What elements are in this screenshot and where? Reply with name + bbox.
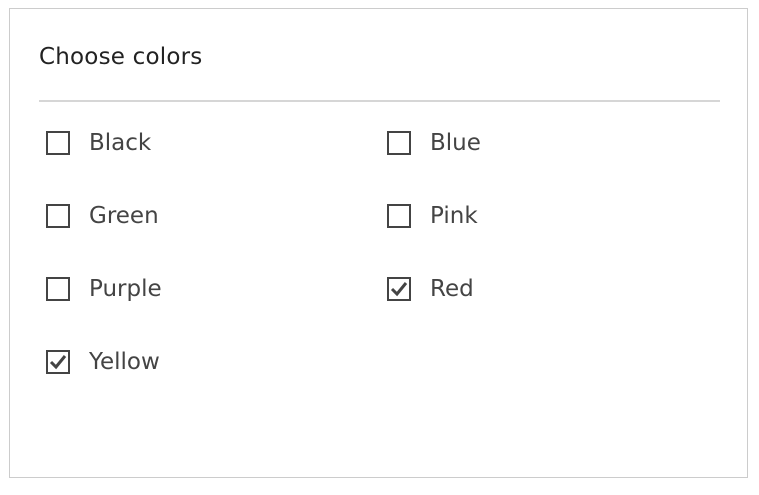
checkbox-black[interactable]: Black xyxy=(46,128,151,158)
checkbox-yellow[interactable]: Yellow xyxy=(46,347,160,377)
divider xyxy=(39,100,720,102)
checkbox-label: Yellow xyxy=(89,349,160,375)
checkbox-pink[interactable]: Pink xyxy=(387,201,478,231)
checkbox[interactable] xyxy=(46,204,70,228)
checkbox-label: Purple xyxy=(89,276,162,302)
checkbox[interactable] xyxy=(46,131,70,155)
checkbox[interactable] xyxy=(46,277,70,301)
checkmark-icon xyxy=(390,282,408,297)
checkbox-red[interactable]: Red xyxy=(387,274,474,304)
checkbox[interactable] xyxy=(46,350,70,374)
checkbox-label: Black xyxy=(89,130,152,156)
checkbox-blue[interactable]: Blue xyxy=(387,128,481,158)
checkbox-purple[interactable]: Purple xyxy=(46,274,162,304)
checkbox-green[interactable]: Green xyxy=(46,201,159,231)
checkbox-label: Red xyxy=(430,276,474,302)
checkbox[interactable] xyxy=(387,277,411,301)
checkbox[interactable] xyxy=(387,204,411,228)
checkbox-label: Pink xyxy=(430,203,478,229)
checkbox[interactable] xyxy=(387,131,411,155)
checkmark-icon xyxy=(49,355,67,370)
checkbox-label: Blue xyxy=(430,130,481,156)
checkbox-label: Green xyxy=(89,203,159,229)
panel-title: Choose colors xyxy=(39,44,203,70)
color-chooser-panel xyxy=(9,8,748,478)
